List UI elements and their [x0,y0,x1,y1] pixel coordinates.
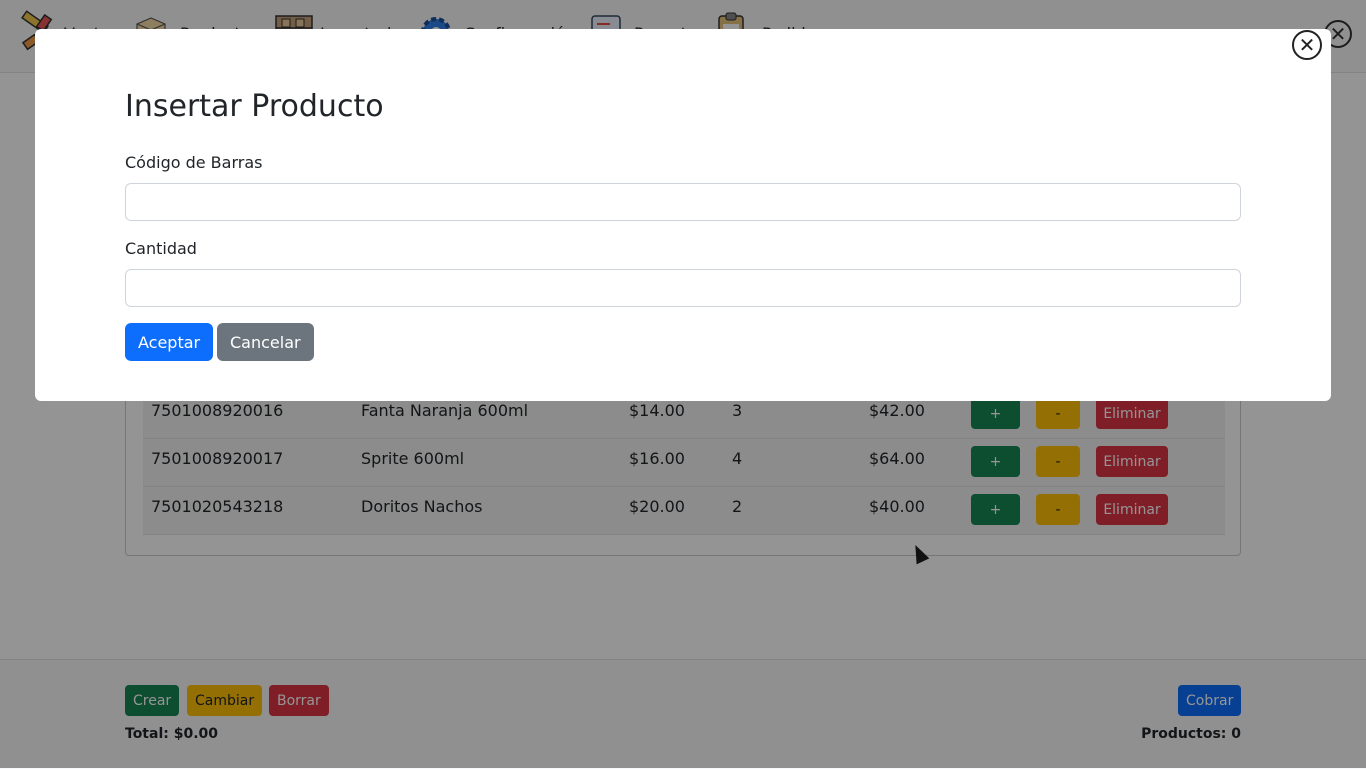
insert-product-dialog: ✕ Insertar Producto Código de Barras Can… [35,29,1331,401]
dialog-title: Insertar Producto [125,89,384,124]
cancel-button[interactable]: Cancelar [217,323,314,361]
quantity-label: Cantidad [125,239,197,258]
accept-button[interactable]: Aceptar [125,323,214,361]
barcode-input[interactable] [125,183,1241,221]
quantity-input[interactable] [125,269,1241,307]
barcode-label: Código de Barras [125,153,263,172]
close-icon[interactable]: ✕ [1292,30,1322,60]
